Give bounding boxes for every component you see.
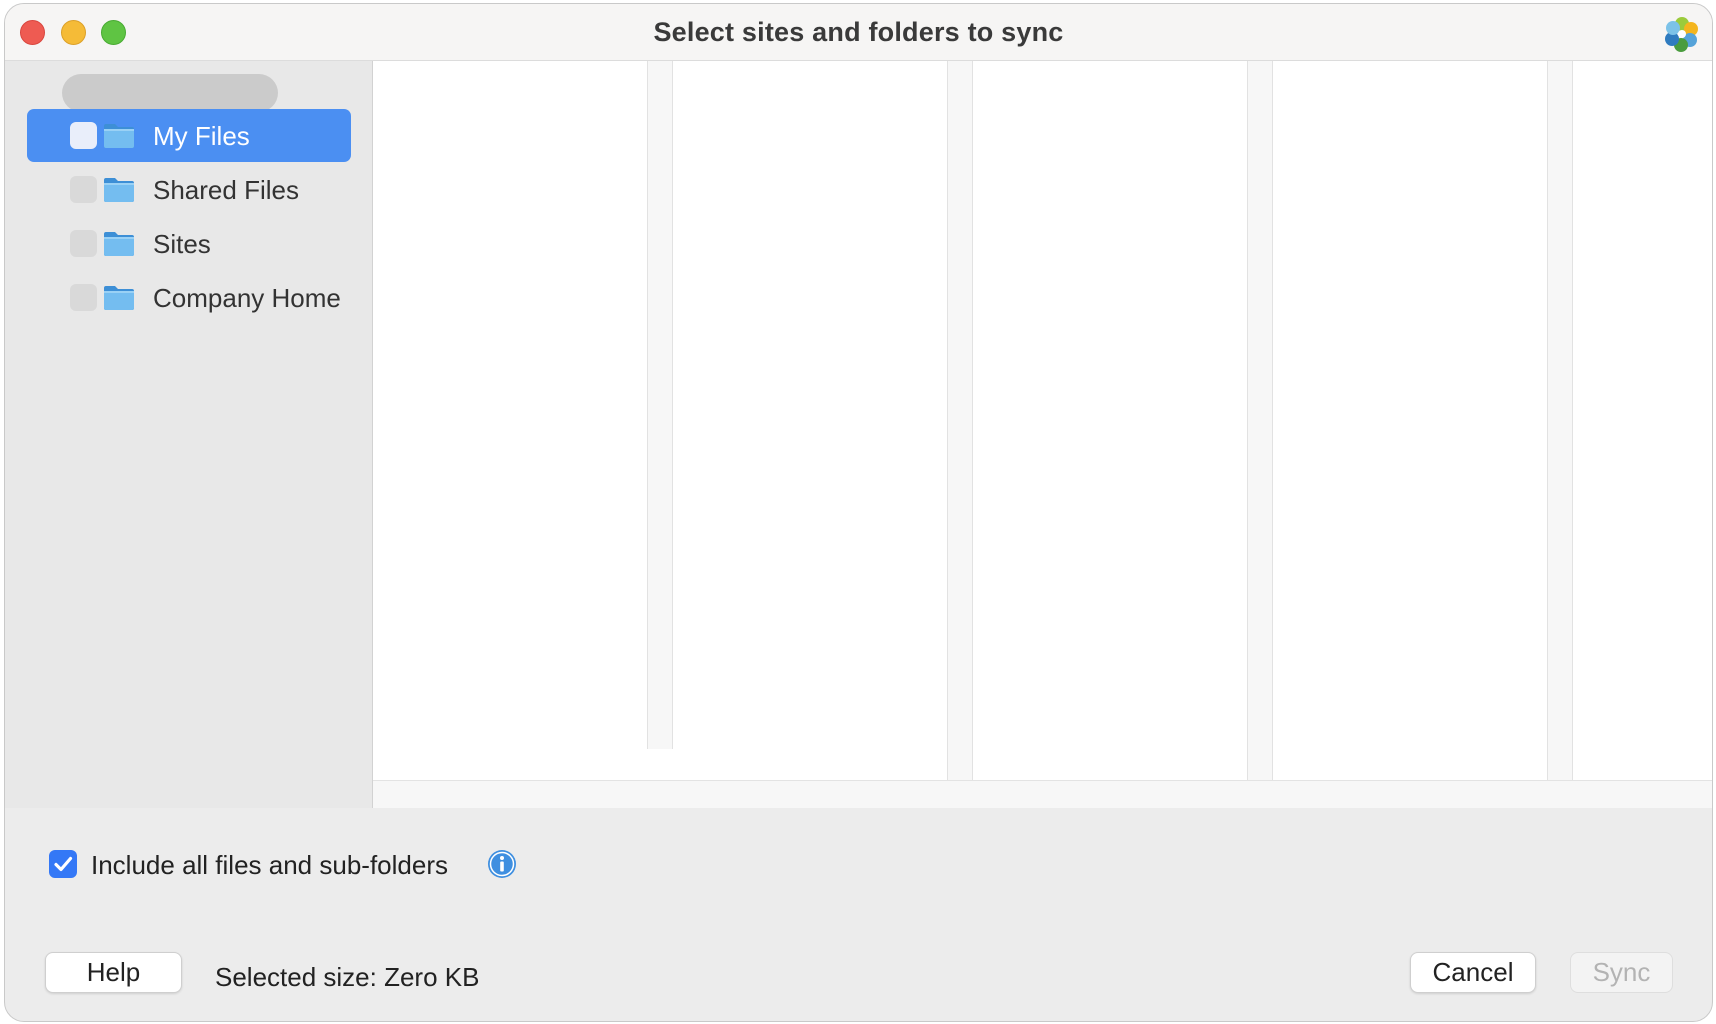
sync-dialog-window: Select sites and folders to sync My File…: [4, 3, 1713, 1022]
include-subfolders-label[interactable]: Include all files and sub-folders: [91, 850, 448, 881]
sidebar-item-company-home[interactable]: Company Home: [27, 271, 351, 324]
column-divider[interactable]: [647, 61, 673, 749]
folder-icon: [104, 286, 134, 310]
shared-files-checkbox[interactable]: [70, 176, 97, 203]
column-divider[interactable]: [1247, 61, 1273, 781]
sidebar-item-shared-files[interactable]: Shared Files: [27, 163, 351, 216]
sidebar-item-my-files[interactable]: My Files: [27, 109, 351, 162]
sidebar-item-label: Sites: [153, 229, 211, 259]
sites-checkbox[interactable]: [70, 230, 97, 257]
checkmark-icon: [54, 856, 73, 872]
sidebar-item-sites[interactable]: Sites: [27, 217, 351, 270]
column-divider[interactable]: [947, 61, 973, 781]
sidebar-item-label: Company Home: [153, 283, 341, 313]
sidebar-item-label: Shared Files: [153, 175, 299, 205]
folder-column-browser[interactable]: [373, 61, 1712, 808]
title-bar: Select sites and folders to sync: [5, 4, 1712, 61]
app-logo-icon: [1665, 17, 1698, 52]
my-files-checkbox[interactable]: [70, 122, 97, 149]
folder-icon: [104, 124, 134, 148]
window-title: Select sites and folders to sync: [653, 17, 1064, 47]
folder-icon: [104, 232, 134, 256]
sidebar-item-label: My Files: [153, 121, 250, 151]
info-icon[interactable]: [487, 849, 517, 879]
selected-size-label: Selected size: Zero KB: [215, 962, 480, 992]
cancel-button[interactable]: Cancel: [1410, 952, 1536, 993]
horizontal-scrollbar[interactable]: [373, 780, 1712, 808]
column-divider[interactable]: [1547, 61, 1573, 781]
company-home-checkbox[interactable]: [70, 284, 97, 311]
help-button[interactable]: Help: [45, 952, 182, 993]
account-name-placeholder: [62, 74, 278, 112]
folder-icon: [104, 178, 134, 202]
sync-button[interactable]: Sync: [1570, 952, 1673, 993]
sidebar: My Files Shared Files Sites Company Home: [5, 61, 373, 808]
include-subfolders-checkbox[interactable]: [49, 850, 77, 878]
